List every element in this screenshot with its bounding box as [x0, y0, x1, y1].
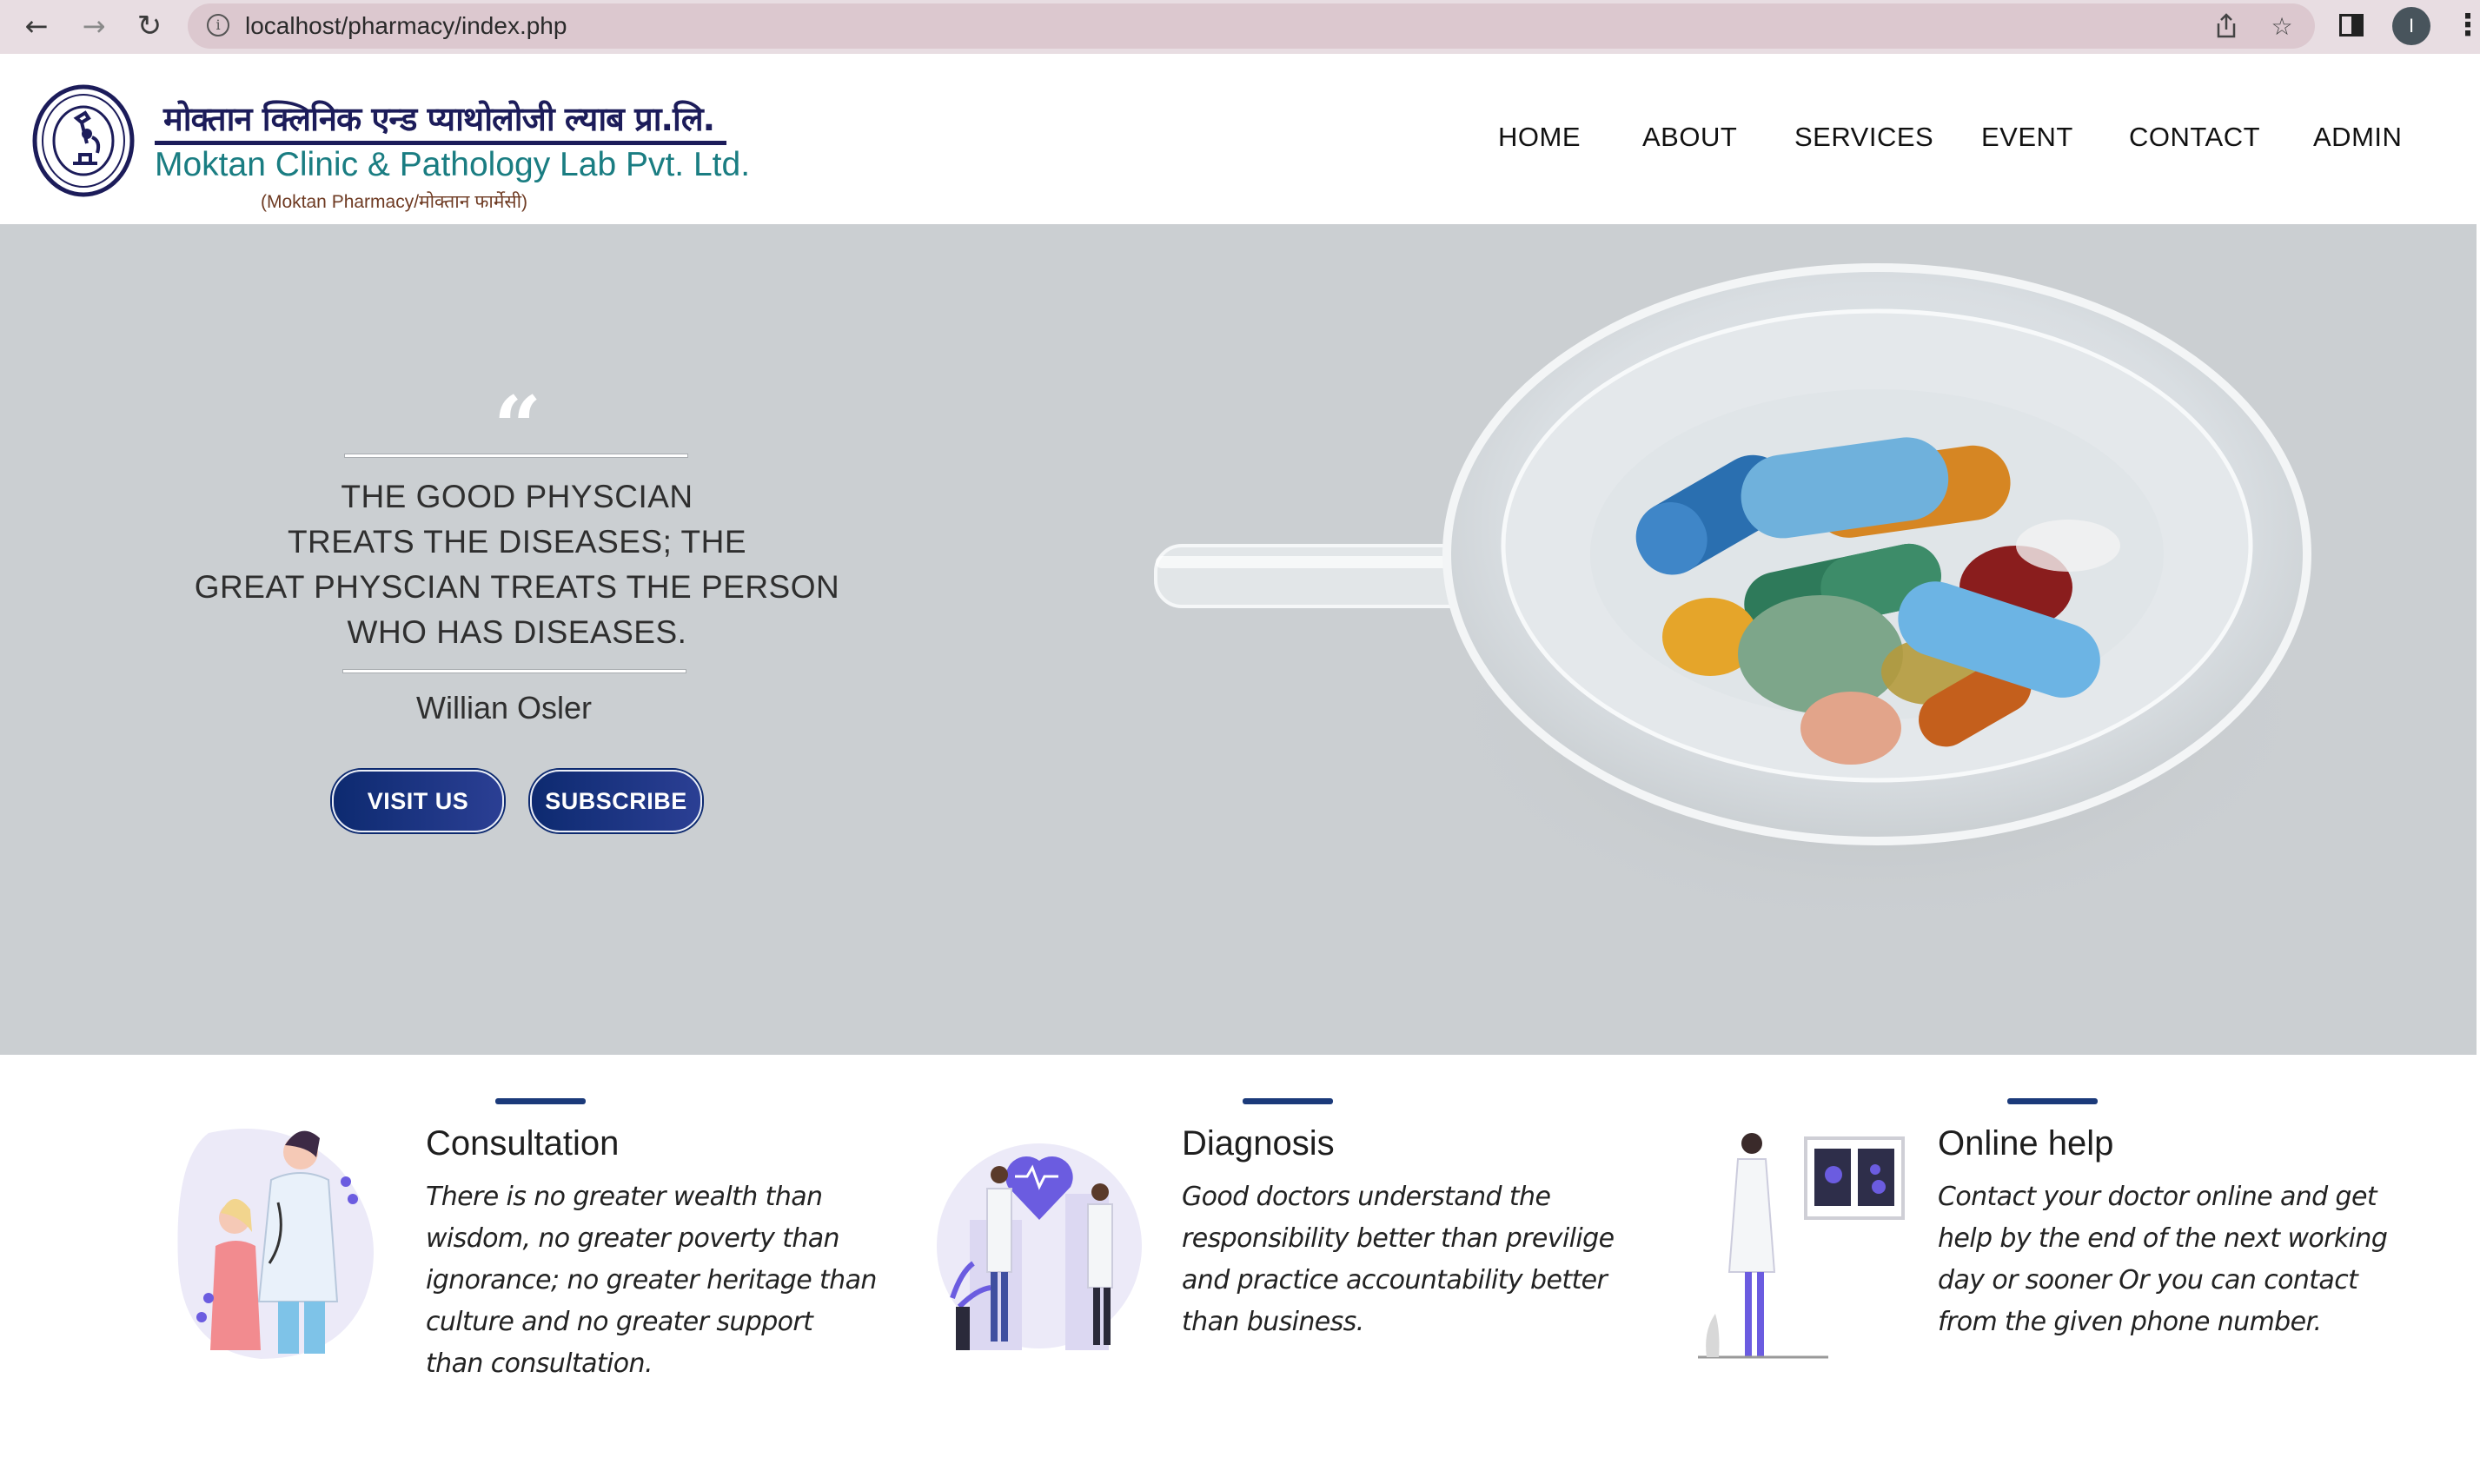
forward-arrow-icon[interactable]: → [75, 7, 113, 45]
nav-about[interactable]: ABOUT [1642, 122, 1737, 153]
visit-us-button[interactable]: VISIT US [332, 770, 504, 832]
quote-divider-top [344, 454, 688, 458]
logo-seal-icon[interactable] [31, 83, 136, 198]
star-icon[interactable]: ☆ [2264, 9, 2299, 43]
feature-title-consultation: Consultation [426, 1124, 620, 1163]
feature-title-diagnosis: Diagnosis [1182, 1124, 1335, 1163]
side-panel-icon[interactable] [2339, 14, 2364, 36]
feature-accent-bar [2007, 1098, 2098, 1104]
hero-quote: THE GOOD PHYSCIAN TREATS THE DISEASES; T… [191, 474, 843, 655]
pills-dish-image [1154, 263, 2329, 937]
brand-divider [155, 141, 726, 145]
diagnosis-illustration [937, 1143, 1142, 1350]
nav-home[interactable]: HOME [1498, 122, 1581, 153]
feature-text-consultation: There is no greater wealth than wisdom, … [426, 1182, 877, 1379]
brand-name-english: Moktan Clinic & Pathology Lab Pvt. Ltd. [155, 146, 751, 183]
reload-icon[interactable]: ↻ [130, 7, 169, 45]
nav-services[interactable]: SERVICES [1794, 122, 1933, 153]
back-arrow-icon[interactable]: ← [17, 7, 56, 45]
avatar[interactable]: I [2392, 7, 2430, 45]
more-menu-icon[interactable]: ⋮ [2453, 5, 2480, 47]
feature-accent-bar [495, 1098, 586, 1104]
features-section: Consultation There is no greater wealth … [0, 1055, 2480, 1484]
nav-admin[interactable]: ADMIN [2313, 122, 2402, 153]
address-bar[interactable]: i localhost/pharmacy/index.php ☆ [188, 3, 2315, 49]
share-icon[interactable] [2209, 9, 2244, 43]
feature-text-online-help: Contact your doctor online and get help … [1938, 1182, 2388, 1337]
quote-divider-bottom [342, 669, 686, 673]
nav-contact[interactable]: CONTACT [2129, 122, 2260, 153]
url-text[interactable]: localhost/pharmacy/index.php [245, 12, 567, 40]
quote-line: WHO HAS DISEASES. [347, 614, 687, 650]
info-icon[interactable]: i [207, 14, 229, 36]
nav-event[interactable]: EVENT [1981, 122, 2073, 153]
feature-title-online-help: Online help [1938, 1124, 2114, 1163]
site-header: मोक्तान क्लिनिक एन्ड प्याथोलोजी ल्याब प्… [0, 54, 2480, 224]
feature-text-diagnosis: Good doctors understand the responsibili… [1182, 1182, 1615, 1337]
feature-accent-bar [1243, 1098, 1333, 1104]
quote-line: THE GOOD PHYSCIAN [341, 479, 693, 514]
subscribe-button[interactable]: SUBSCRIBE [530, 770, 702, 832]
consultation-illustration [177, 1129, 374, 1359]
quote-line: GREAT PHYSCIAN TREATS THE PERSON [194, 569, 840, 605]
online-help-illustration [1698, 1133, 1905, 1359]
brand-subtitle: (Moktan Pharmacy/मोक्तान फार्मेसी) [261, 192, 528, 212]
quote-line: TREATS THE DISEASES; THE [287, 524, 747, 560]
browser-toolbar: ← → ↻ i localhost/pharmacy/index.php ☆ I… [0, 0, 2480, 54]
brand-name-hindi: मोक्तान क्लिनिक एन्ड प्याथोलोजी ल्याब प्… [163, 100, 715, 138]
hero-banner: “ THE GOOD PHYSCIAN TREATS THE DISEASES;… [0, 224, 2477, 1055]
quote-author: Willian Osler [415, 690, 593, 725]
